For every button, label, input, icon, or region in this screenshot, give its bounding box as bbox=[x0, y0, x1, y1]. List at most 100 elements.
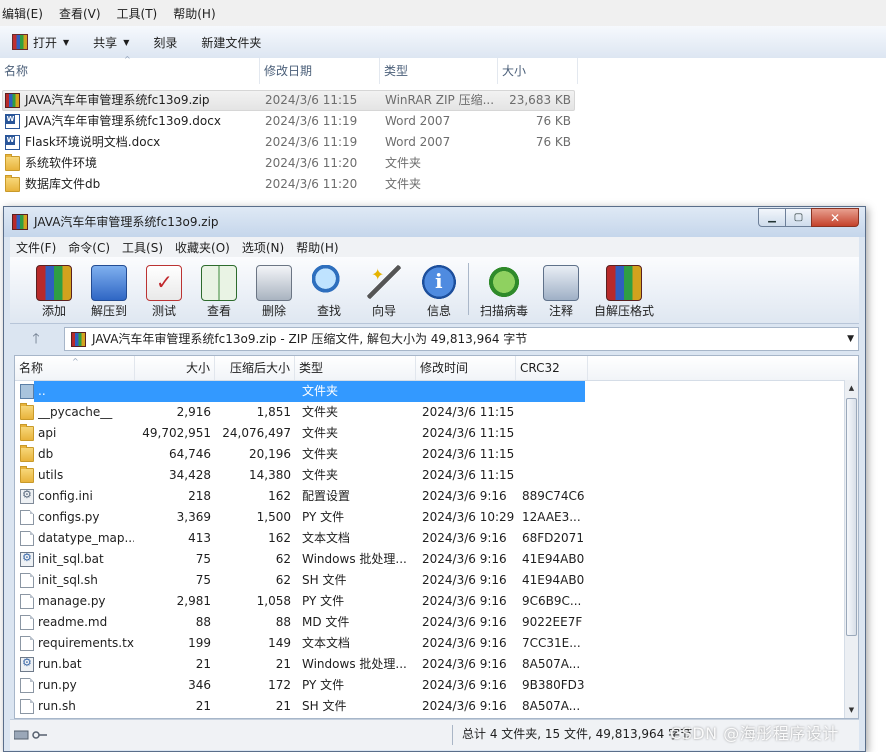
file-date: 2024/3/6 11:20 bbox=[265, 177, 358, 191]
scroll-down-arrow-icon[interactable]: ▼ bbox=[845, 702, 858, 718]
open-button-label: 打开 bbox=[33, 35, 58, 50]
maximize-button[interactable]: ▢ bbox=[785, 208, 812, 227]
column-size[interactable]: 大小 bbox=[135, 356, 215, 380]
entry-modified: 2024/3/6 11:15 bbox=[422, 468, 515, 482]
menu-help[interactable]: 帮助(H) bbox=[290, 239, 344, 256]
list-item[interactable]: 系统软件环境 2024/3/6 11:20 文件夹 bbox=[0, 153, 886, 174]
tool-delete-button[interactable]: 删除 bbox=[246, 261, 302, 321]
view-book-icon bbox=[201, 265, 237, 301]
column-size[interactable]: 大小 bbox=[498, 58, 578, 84]
test-icon bbox=[146, 265, 182, 301]
tool-info-button[interactable]: 信息 bbox=[411, 261, 467, 321]
entry-modified: 2024/3/6 9:16 bbox=[422, 594, 507, 608]
entry-size: 199 bbox=[188, 636, 211, 650]
entry-crc bbox=[522, 465, 588, 486]
entry-type: 文件夹 bbox=[302, 384, 339, 398]
burn-button[interactable]: 刻录 bbox=[141, 29, 189, 55]
list-item[interactable]: JAVA汽车年审管理系统fc13o9.docx 2024/3/6 11:19 Wor… bbox=[0, 111, 886, 132]
menu-tools[interactable]: 工具(S) bbox=[116, 239, 169, 256]
wizard-wand-icon bbox=[367, 265, 401, 299]
file-type: Word 2007 bbox=[385, 135, 451, 149]
file-date: 2024/3/6 11:15 bbox=[265, 93, 358, 107]
table-row[interactable]: requirements.txt 199 149 文本文档 2024/3/6 9:16 7… bbox=[15, 633, 845, 654]
table-row[interactable]: run.sh 21 21 SH 文件 2024/3/6 9:16 8A507A... bbox=[15, 696, 845, 717]
new-folder-button[interactable]: 新建文件夹 bbox=[189, 29, 273, 55]
word-icon bbox=[5, 114, 20, 129]
table-row[interactable]: utils 34,428 14,380 文件夹 2024/3/6 11:15 bbox=[15, 465, 845, 486]
tool-extract-button[interactable]: 解压到 bbox=[81, 261, 137, 321]
table-row[interactable]: __pycache__ 2,916 1,851 文件夹 2024/3/6 11:15 bbox=[15, 402, 845, 423]
entry-crc: 889C74C6 bbox=[522, 489, 585, 503]
list-item[interactable]: JAVA汽车年审管理系统fc13o9.zip 2024/3/6 11:15 WinR… bbox=[0, 90, 886, 111]
menu-favorites[interactable]: 收藏夹(O) bbox=[169, 239, 236, 256]
up-arrow-icon: 🡑 bbox=[32, 331, 40, 347]
menu-command[interactable]: 命令(C) bbox=[62, 239, 116, 256]
column-modified[interactable]: 修改时间 bbox=[416, 356, 516, 380]
menu-file[interactable]: 文件(F) bbox=[10, 239, 62, 256]
close-button[interactable]: ✕ bbox=[811, 208, 859, 227]
tool-add-button[interactable]: 添加 bbox=[26, 261, 82, 321]
file-type: Word 2007 bbox=[385, 114, 451, 128]
tool-virus-scan-button[interactable]: 扫描病毒 bbox=[476, 261, 532, 321]
column-crc[interactable]: CRC32 bbox=[516, 356, 588, 380]
new-folder-button-label: 新建文件夹 bbox=[201, 35, 262, 50]
winrar-icon bbox=[71, 332, 86, 347]
table-row[interactable]: readme.md 88 88 MD 文件 2024/3/6 9:16 9022EE7F bbox=[15, 612, 845, 633]
explorer-menu-view[interactable]: 查看(V) bbox=[51, 5, 109, 22]
table-row[interactable]: run.py 346 172 PY 文件 2024/3/6 9:16 9B380FD3 bbox=[15, 675, 845, 696]
column-name[interactable]: ^ 名称 bbox=[15, 356, 135, 380]
tool-test-button[interactable]: 测试 bbox=[136, 261, 192, 321]
explorer-menu-help[interactable]: 帮助(H) bbox=[165, 5, 223, 22]
list-item[interactable]: 数据库文件db 2024/3/6 11:20 文件夹 bbox=[0, 174, 886, 195]
column-type[interactable]: 类型 bbox=[295, 356, 416, 380]
winrar-titlebar[interactable]: JAVA汽车年审管理系统fc13o9.zip ▁ ▢ ✕ bbox=[4, 207, 865, 237]
address-dropdown[interactable]: JAVA汽车年审管理系统fc13o9.zip - ZIP 压缩文件, 解包大小为… bbox=[64, 327, 859, 351]
entry-type: PY 文件 bbox=[302, 678, 345, 692]
table-row[interactable]: config.ini 218 162 配置设置 2024/3/6 9:16 889C74C… bbox=[15, 486, 845, 507]
tool-wizard-button[interactable]: 向导 bbox=[356, 261, 412, 321]
table-row[interactable]: init_sql.bat 75 62 Windows 批处理... 2024/3/6 9… bbox=[15, 549, 845, 570]
table-row[interactable]: db 64,746 20,196 文件夹 2024/3/6 11:15 bbox=[15, 444, 845, 465]
chevron-down-icon[interactable]: ▼ bbox=[847, 328, 854, 350]
scrollbar-thumb[interactable] bbox=[846, 398, 857, 636]
entry-name: utils bbox=[38, 468, 64, 482]
menu-options[interactable]: 选项(N) bbox=[236, 239, 290, 256]
entry-name: run.bat bbox=[38, 657, 82, 671]
column-type[interactable]: 类型 bbox=[380, 58, 498, 84]
entry-name: run.sh bbox=[38, 699, 76, 713]
file-size: 76 KB bbox=[535, 135, 571, 149]
tool-find-button[interactable]: 查找 bbox=[301, 261, 357, 321]
winrar-window: JAVA汽车年审管理系统fc13o9.zip ▁ ▢ ✕ 文件(F) 命令(C)… bbox=[3, 206, 866, 752]
column-packed[interactable]: 压缩后大小 bbox=[215, 356, 295, 380]
table-row[interactable]: api 49,702,951 24,076,497 文件夹 2024/3/6 11:15 bbox=[15, 423, 845, 444]
tool-view-button[interactable]: 查看 bbox=[191, 261, 247, 321]
table-row[interactable]: configs.py 3,369 1,500 PY 文件 2024/3/6 10:29 1… bbox=[15, 507, 845, 528]
vertical-scrollbar[interactable]: ▲ ▼ bbox=[844, 380, 858, 718]
table-row[interactable]: run.bat 21 21 Windows 批处理... 2024/3/6 9:16 8A… bbox=[15, 654, 845, 675]
column-name[interactable]: 名称 bbox=[0, 58, 260, 84]
share-button[interactable]: 共享 ▼ bbox=[81, 29, 141, 55]
entry-size: 64,746 bbox=[169, 447, 211, 461]
entry-packed: 62 bbox=[275, 573, 291, 587]
entry-size: 21 bbox=[195, 699, 211, 713]
table-row[interactable]: manage.py 2,981 1,058 PY 文件 2024/3/6 9:16 9C6… bbox=[15, 591, 845, 612]
list-item[interactable]: Flask环境说明文档.docx 2024/3/6 11:19 Word 2007 7… bbox=[0, 132, 886, 153]
winrar-menubar: 文件(F) 命令(C) 工具(S) 收藏夹(O) 选项(N) 帮助(H) bbox=[10, 237, 859, 257]
tool-sfx-button[interactable]: 自解压格式 bbox=[594, 261, 654, 321]
table-row[interactable]: datatype_map.... 413 162 文本文档 2024/3/6 9:16 6… bbox=[15, 528, 845, 549]
scroll-up-arrow-icon[interactable]: ▲ bbox=[845, 380, 858, 396]
entry-packed: 1,851 bbox=[256, 405, 291, 419]
extract-to-icon bbox=[91, 265, 127, 301]
column-name-label: 名称 bbox=[19, 361, 44, 375]
folder-icon bbox=[5, 154, 20, 171]
up-folder-button[interactable]: 🡑 bbox=[16, 329, 56, 349]
explorer-menu-tools[interactable]: 工具(T) bbox=[109, 5, 166, 22]
column-date[interactable]: 修改日期 bbox=[260, 58, 380, 84]
table-row[interactable]: init_sql.sh 75 62 SH 文件 2024/3/6 9:16 41E94AB… bbox=[15, 570, 845, 591]
table-row[interactable]: .. 文件夹 bbox=[15, 381, 845, 402]
tool-comment-button[interactable]: 注释 bbox=[533, 261, 589, 321]
explorer-menu-edit[interactable]: 编辑(E) bbox=[0, 5, 51, 22]
parent-folder-icon bbox=[20, 384, 34, 399]
minimize-button[interactable]: ▁ bbox=[758, 208, 786, 227]
open-button[interactable]: 打开 ▼ bbox=[0, 29, 81, 55]
